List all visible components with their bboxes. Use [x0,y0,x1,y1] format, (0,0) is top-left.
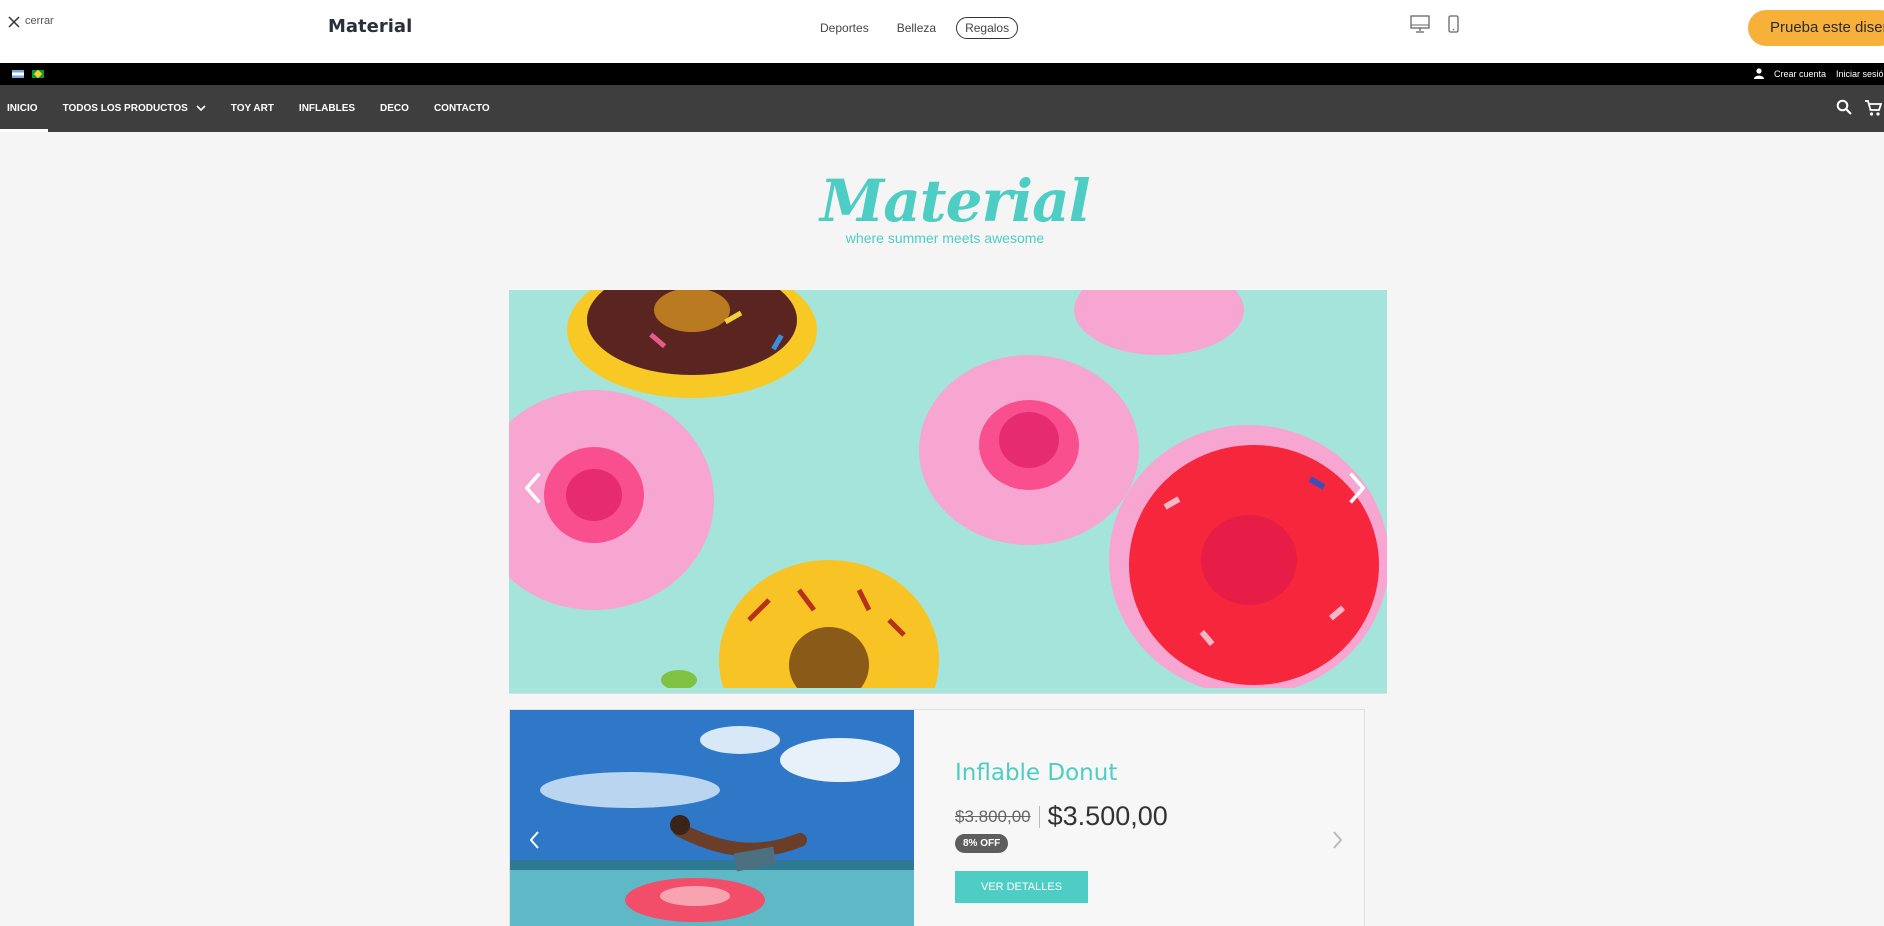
product-image [510,710,914,926]
product-name[interactable]: Inflable Donut [955,760,1168,786]
login-link[interactable]: Iniciar sesión [1836,69,1884,79]
product-prices: $3.800,00 $3.500,00 [955,801,1168,832]
nav-label: INICIO [7,103,38,114]
chevron-right-icon [1333,831,1342,849]
chevron-left-icon [525,472,541,504]
try-design-button[interactable]: Prueba este diseño [1748,10,1884,46]
price-divider [1038,805,1040,828]
featured-product-card: Inflable Donut $3.800,00 $3.500,00 8% OF… [509,709,1365,926]
nav-deco[interactable]: DECO [380,85,409,132]
product-info: Inflable Donut $3.800,00 $3.500,00 8% OF… [955,760,1168,903]
close-icon [8,16,20,28]
close-label: cerrar [25,15,54,27]
nav-label: DECO [380,103,409,114]
nav-todos-los-productos[interactable]: TODOS LOS PRODUCTOS [63,85,206,132]
cart-icon[interactable] [1864,99,1884,117]
product-photo[interactable] [510,710,914,926]
nav-inflables[interactable]: INFLABLES [299,85,355,132]
close-button[interactable]: cerrar [7,14,54,28]
product-price: $3.500,00 [1047,801,1168,831]
argentina-flag-icon[interactable] [12,70,24,78]
discount-badge: 8% OFF [955,834,1009,853]
create-account-link[interactable]: Crear cuenta [1774,69,1826,79]
slider-next-arrow[interactable] [1347,472,1365,504]
nav-inicio[interactable]: INICIO [0,85,47,132]
category-filter: Deportes Belleza Regalos [812,17,1019,39]
product-old-price: $3.800,00 [955,806,1031,826]
device-switcher [1410,15,1459,33]
theme-name: Material [328,16,413,37]
nav-label: INFLABLES [298,103,356,114]
chevron-left-icon [530,831,539,849]
nav-label: TOY ART [230,103,274,114]
preview-topbar: cerrar Material Deportes Belleza Regalos… [0,0,1884,63]
chevron-down-icon [196,105,206,112]
nav-contacto[interactable]: CONTACTO [434,85,490,132]
store-navbar: INICIO TODOS LOS PRODUCTOS TOY ART INFLA… [0,85,1884,132]
chevron-right-icon [1349,472,1365,504]
hero-slider[interactable] [509,290,1387,694]
nav-label: TODOS LOS PRODUCTOS [62,103,188,114]
nav-label: CONTACTO [433,103,490,114]
category-deportes[interactable]: Deportes [812,18,877,38]
logo-tagline: where summer meets awesome [845,230,1045,246]
search-icon[interactable] [1836,99,1852,115]
store-logo[interactable]: Material where summer meets awesome [820,166,1091,246]
hero-image [509,290,1387,688]
slider-prev-arrow[interactable] [525,472,543,504]
mobile-icon[interactable] [1448,15,1459,33]
user-icon [1754,68,1764,79]
brazil-flag-icon[interactable] [32,70,44,78]
product-prev-arrow[interactable] [526,828,544,852]
nav-toy-art[interactable]: TOY ART [231,85,274,132]
category-belleza[interactable]: Belleza [889,18,944,38]
category-regalos[interactable]: Regalos [956,17,1019,39]
view-details-button[interactable]: VER DETALLES [955,871,1088,903]
logo-wordmark: Material [820,167,1091,235]
store-utility-bar: Crear cuenta Iniciar sesión [0,63,1884,85]
desktop-icon[interactable] [1410,15,1430,33]
product-next-arrow[interactable] [1328,828,1346,852]
account-links: Crear cuenta Iniciar sesión [1754,68,1884,79]
